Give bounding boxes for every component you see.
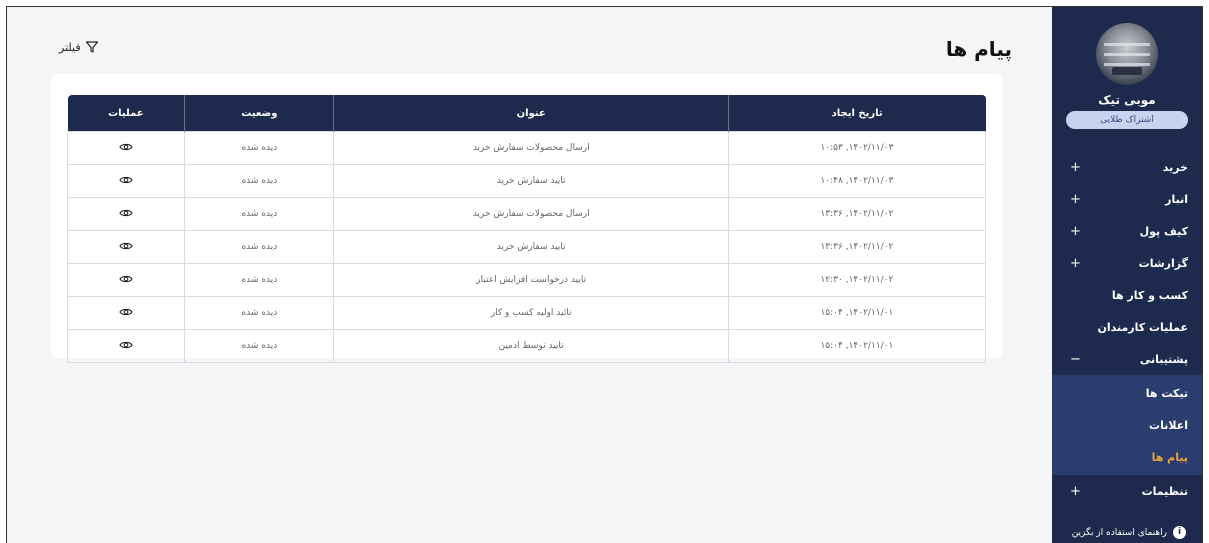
messages-table: تاریخ ایجاد عنوان وضعیت عملیات ۱۴۰۲/۱۱/۰… <box>66 95 987 363</box>
help-label: راهنمای استفاده از بگزین <box>1071 527 1167 538</box>
cell-title: ارسال محصولات سفارش خرید <box>333 197 729 231</box>
support-submenu: تیکت ها اعلانات پیام ها <box>1052 375 1202 475</box>
sidebar-item-reports[interactable]: گزارشات + <box>1052 247 1202 279</box>
cell-date: ۱۴۰۲/۱۱/۰۱, ۱۵:۰۴ <box>727 329 987 363</box>
collapse-icon: − <box>1070 351 1081 367</box>
sidebar: موبی تیک اشتراک طلایی خرید + انبار + کیف… <box>1052 7 1202 543</box>
eye-icon[interactable] <box>119 307 133 317</box>
column-header-status[interactable]: وضعیت <box>184 95 334 132</box>
messages-card: تاریخ ایجاد عنوان وضعیت عملیات ۱۴۰۲/۱۱/۰… <box>51 74 1002 363</box>
cell-title: تایید توسط ادمین <box>333 329 729 363</box>
cell-status: دیده شده <box>184 164 335 198</box>
sidebar-item-label: گزارشات <box>1138 256 1188 270</box>
cell-title: تائید اولیه کسب و کار <box>333 296 729 330</box>
sidebar-item-label: اعلانات <box>1149 418 1188 432</box>
sidebar-item-tickets[interactable]: تیکت ها <box>1052 377 1202 409</box>
app-window: پیام ها فیلتر تاریخ ایجاد عنوان وضعیت عم… <box>6 6 1203 543</box>
filter-button[interactable]: فیلتر <box>59 40 99 54</box>
sidebar-menu: خرید + انبار + کیف پول + گزارشات + کسب و… <box>1052 151 1202 507</box>
sidebar-item-support[interactable]: پشتیبانی − <box>1052 343 1202 375</box>
sidebar-item-settings[interactable]: تنظیمات + <box>1052 475 1202 507</box>
sidebar-item-label: کسب و کار ها <box>1111 288 1188 302</box>
table-header-row: تاریخ ایجاد عنوان وضعیت عملیات <box>67 95 986 132</box>
sidebar-item-warehouse[interactable]: انبار + <box>1052 183 1202 215</box>
expand-icon: + <box>1070 223 1081 239</box>
expand-icon: + <box>1070 255 1081 271</box>
cell-actions <box>66 263 186 297</box>
cell-status: دیده شده <box>184 329 335 363</box>
cell-date: ۱۴۰۲/۱۱/۰۲, ۱۲:۳۰ <box>727 263 987 297</box>
sidebar-item-label: پشتیبانی <box>1139 352 1188 366</box>
cell-date: ۱۴۰۲/۱۱/۰۳, ۱۰:۵۳ <box>727 131 987 165</box>
funnel-icon <box>85 40 99 54</box>
table-row: ۱۴۰۲/۱۱/۰۲, ۱۳:۳۶ تایید سفارش خرید دیده شد… <box>66 230 987 264</box>
column-header-title[interactable]: عنوان <box>333 95 729 132</box>
cell-status: دیده شده <box>184 131 335 165</box>
expand-icon: + <box>1070 483 1081 499</box>
cell-actions <box>66 197 186 231</box>
table-row: ۱۴۰۲/۱۱/۰۲, ۱۲:۳۰ تایید درخواست افزایش اع… <box>66 263 987 297</box>
help-link[interactable]: i راهنمای استفاده از بگزین <box>1072 526 1186 539</box>
cell-date: ۱۴۰۲/۱۱/۰۲, ۱۳:۳۶ <box>727 197 987 231</box>
sidebar-item-label: پیام ها <box>1151 450 1188 464</box>
eye-icon[interactable] <box>119 274 133 284</box>
page-title: پیام ها <box>945 37 1012 61</box>
cell-status: دیده شده <box>184 296 335 330</box>
column-header-date[interactable]: تاریخ ایجاد <box>727 95 986 132</box>
cell-date: ۱۴۰۲/۱۱/۰۳, ۱۰:۴۸ <box>727 164 987 198</box>
table-row: ۱۴۰۲/۱۱/۰۳, ۱۰:۵۳ ارسال محصولات سفارش خری… <box>66 131 987 165</box>
store-name: موبی تیک <box>1098 93 1156 107</box>
table-row: ۱۴۰۲/۱۱/۰۱, ۱۵:۰۴ تایید توسط ادمین دیده شد… <box>66 329 987 363</box>
sidebar-item-label: تنظیمات <box>1141 484 1188 498</box>
store-avatar[interactable] <box>1096 23 1158 85</box>
cell-actions <box>66 131 186 165</box>
sidebar-item-label: تیکت ها <box>1145 386 1188 400</box>
sidebar-item-label: عملیات کارمندان <box>1097 320 1188 334</box>
cell-actions <box>66 296 186 330</box>
sidebar-item-announcements[interactable]: اعلانات <box>1052 409 1202 441</box>
table-row: ۱۴۰۲/۱۱/۰۳, ۱۰:۴۸ تایید سفارش خرید دیده شد… <box>66 164 987 198</box>
cell-actions <box>66 164 186 198</box>
info-icon: i <box>1173 526 1186 539</box>
sidebar-item-messages[interactable]: پیام ها <box>1052 441 1202 473</box>
eye-icon[interactable] <box>119 340 133 350</box>
cell-title: تایید سفارش خرید <box>333 230 729 264</box>
cell-actions <box>66 329 186 363</box>
table-row: ۱۴۰۲/۱۱/۰۲, ۱۳:۳۶ ارسال محصولات سفارش خری… <box>66 197 987 231</box>
table-row: ۱۴۰۲/۱۱/۰۱, ۱۵:۰۴ تائید اولیه کسب و کار دی… <box>66 296 987 330</box>
cell-status: دیده شده <box>184 230 335 264</box>
expand-icon: + <box>1070 159 1081 175</box>
eye-icon[interactable] <box>119 208 133 218</box>
sidebar-item-label: کیف پول <box>1139 224 1188 238</box>
sidebar-item-label: انبار <box>1165 192 1188 206</box>
sidebar-item-businesses[interactable]: کسب و کار ها <box>1052 279 1202 311</box>
sidebar-item-employee-operations[interactable]: عملیات کارمندان <box>1052 311 1202 343</box>
cell-date: ۱۴۰۲/۱۱/۰۲, ۱۳:۳۶ <box>727 230 987 264</box>
eye-icon[interactable] <box>119 241 133 251</box>
cell-actions <box>66 230 186 264</box>
sidebar-item-purchase[interactable]: خرید + <box>1052 151 1202 183</box>
column-header-actions: عملیات <box>67 95 185 132</box>
filter-label: فیلتر <box>59 40 81 54</box>
cell-title: ارسال محصولات سفارش خرید <box>333 131 729 165</box>
plan-badge: اشتراک طلایی <box>1066 111 1188 129</box>
cell-title: تایید درخواست افزایش اعتبار <box>333 263 729 297</box>
cell-date: ۱۴۰۲/۱۱/۰۱, ۱۵:۰۴ <box>727 296 987 330</box>
eye-icon[interactable] <box>119 175 133 185</box>
cell-status: دیده شده <box>184 263 335 297</box>
sidebar-item-wallet[interactable]: کیف پول + <box>1052 215 1202 247</box>
cell-title: تایید سفارش خرید <box>333 164 729 198</box>
expand-icon: + <box>1070 191 1081 207</box>
cell-status: دیده شده <box>184 197 335 231</box>
eye-icon[interactable] <box>119 142 133 152</box>
sidebar-item-label: خرید <box>1162 160 1188 174</box>
